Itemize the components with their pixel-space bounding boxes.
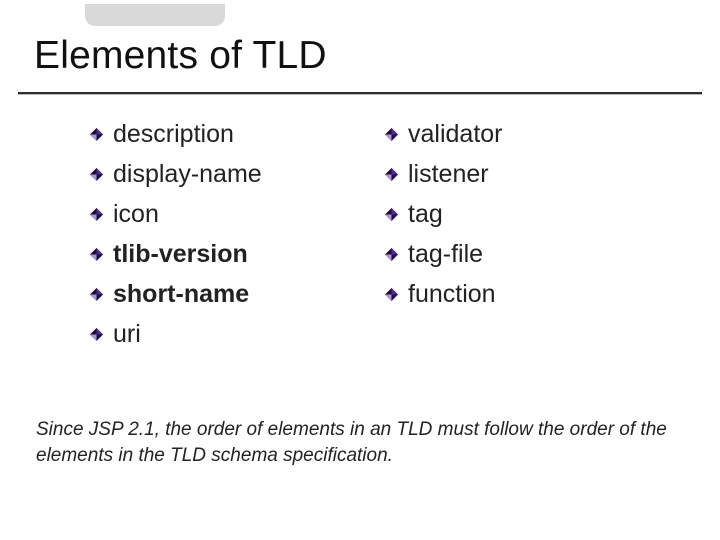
list-item-label: icon <box>113 200 159 229</box>
diamond-bullet-icon <box>90 208 103 221</box>
list-item: tag-file <box>385 240 680 269</box>
list-item-label: function <box>408 280 496 309</box>
list-item: tag <box>385 200 680 229</box>
list-item-label: display-name <box>113 160 262 189</box>
diamond-bullet-icon <box>385 168 398 181</box>
content-columns: description display-name icon tlib-versi… <box>90 120 680 360</box>
diamond-bullet-icon <box>90 168 103 181</box>
list-item: icon <box>90 200 385 229</box>
slide-title: Elements of TLD <box>34 34 327 78</box>
footnote-text: Since JSP 2.1, the order of elements in … <box>36 417 684 468</box>
list-item: uri <box>90 320 385 349</box>
top-decoration <box>20 0 700 28</box>
diamond-bullet-icon <box>90 248 103 261</box>
list-item: short-name <box>90 280 385 309</box>
diamond-bullet-icon <box>385 128 398 141</box>
list-item-label: tag-file <box>408 240 483 269</box>
list-item-label: validator <box>408 120 503 149</box>
list-item-label: tag <box>408 200 443 229</box>
diamond-bullet-icon <box>90 128 103 141</box>
list-item: display-name <box>90 160 385 189</box>
list-item: listener <box>385 160 680 189</box>
diamond-bullet-icon <box>385 248 398 261</box>
left-column: description display-name icon tlib-versi… <box>90 120 385 360</box>
list-item-label: tlib-version <box>113 240 248 269</box>
title-divider <box>18 92 702 95</box>
list-item-label: description <box>113 120 234 149</box>
list-item-label: short-name <box>113 280 249 309</box>
slide: Elements of TLD description display-name… <box>0 0 720 540</box>
list-item: description <box>90 120 385 149</box>
right-column: validator listener tag tag-file function <box>385 120 680 360</box>
list-item: validator <box>385 120 680 149</box>
list-item-label: uri <box>113 320 141 349</box>
list-item: function <box>385 280 680 309</box>
list-item-label: listener <box>408 160 489 189</box>
diamond-bullet-icon <box>90 288 103 301</box>
diamond-bullet-icon <box>385 208 398 221</box>
diamond-bullet-icon <box>90 328 103 341</box>
diamond-bullet-icon <box>385 288 398 301</box>
list-item: tlib-version <box>90 240 385 269</box>
tab-shadow <box>85 4 225 26</box>
